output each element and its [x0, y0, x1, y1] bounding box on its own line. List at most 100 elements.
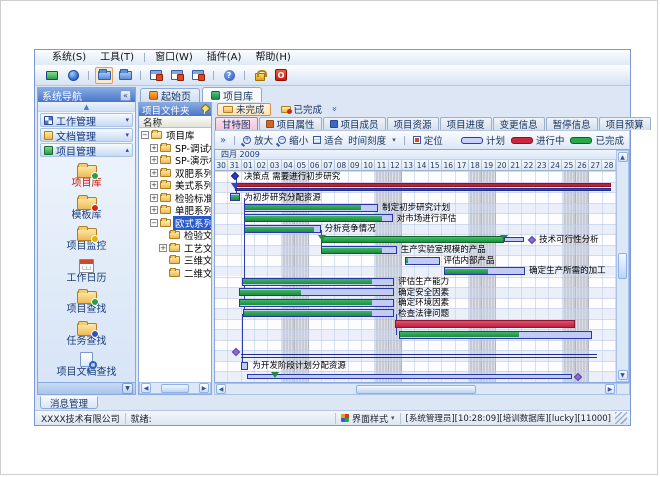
- menu-item[interactable]: 窗口(W): [148, 51, 200, 65]
- tree-node[interactable]: +SP-演示机系: [139, 154, 211, 167]
- ui-style-dropdown[interactable]: 界面样式 ▾: [341, 412, 395, 425]
- gantt-task-bar[interactable]: [239, 299, 394, 307]
- gantt-active-bar[interactable]: [395, 320, 574, 328]
- fit-button[interactable]: 适合: [313, 133, 343, 147]
- scrollbar-thumb[interactable]: [356, 385, 476, 394]
- gantt-summary-bar[interactable]: [235, 183, 611, 191]
- gantt-completed-summary-bar[interactable]: [321, 236, 504, 243]
- gantt-tab[interactable]: 项目进度: [440, 117, 492, 130]
- gantt-tab[interactable]: 项目属性: [259, 117, 322, 130]
- tree-node[interactable]: 三维文件: [139, 254, 211, 267]
- window3-tool-button[interactable]: [189, 67, 207, 84]
- gantt-tab[interactable]: 项目成员: [323, 117, 386, 130]
- menu-item[interactable]: 插件(A): [200, 51, 249, 65]
- tree-expand-icon[interactable]: +: [150, 194, 158, 202]
- menu-item[interactable]: 系统(S): [45, 51, 93, 65]
- folder2-tool-button[interactable]: [116, 67, 134, 84]
- tree-node[interactable]: +SP-调试机系: [139, 142, 211, 155]
- tree-node[interactable]: 二维文件: [139, 267, 211, 280]
- overflow-chevron[interactable]: «: [330, 106, 340, 112]
- gantt-task-bar[interactable]: [405, 257, 440, 265]
- nav-section[interactable]: 工作管理▾: [40, 113, 133, 127]
- gantt-tab[interactable]: 项目预算: [599, 117, 651, 130]
- scroll-right-icon[interactable]: ▶: [605, 384, 615, 394]
- gantt-task-bar[interactable]: [239, 288, 394, 296]
- nav-scroll-up[interactable]: ▲: [38, 102, 135, 112]
- gantt-task-bar[interactable]: [243, 309, 394, 317]
- folder-tool-button[interactable]: [95, 67, 113, 84]
- tab-message-management[interactable]: 消息管理: [40, 396, 98, 409]
- document-tab[interactable]: 项目库: [202, 87, 262, 102]
- nav-collapse-button[interactable]: «: [120, 90, 131, 101]
- tree-expand-icon[interactable]: +: [150, 144, 158, 152]
- locate-button[interactable]: 定位: [413, 133, 443, 147]
- nav-item[interactable]: 工作日历: [40, 257, 134, 287]
- gantt-tab[interactable]: 变更信息: [493, 117, 545, 130]
- lock-tool-button[interactable]: [251, 67, 269, 84]
- nav-section[interactable]: 文档管理▾: [40, 128, 133, 142]
- gantt-task-bar[interactable]: [242, 278, 394, 286]
- resize-grip[interactable]: [615, 412, 627, 424]
- nav-item[interactable]: 项目库: [40, 162, 134, 192]
- gantt-vertical-scrollbar[interactable]: ▲ ▼: [616, 150, 629, 382]
- menu-item[interactable]: 工具(T): [93, 51, 141, 65]
- chevron-down-icon[interactable]: ▼: [122, 383, 133, 394]
- gantt-task-bar[interactable]: [244, 204, 378, 212]
- nav-item[interactable]: 项目文档查找: [40, 351, 134, 381]
- document-tab[interactable]: 起始页: [140, 88, 200, 102]
- help-tool-button[interactable]: ?: [220, 67, 238, 84]
- tree-node[interactable]: +工艺文件: [139, 242, 211, 255]
- zoom-out-button[interactable]: −缩小: [278, 133, 308, 147]
- nav-collapsed-section[interactable]: ▼: [38, 382, 135, 394]
- tree-expand-icon[interactable]: −: [150, 219, 158, 227]
- tree-node[interactable]: 检验文件: [139, 229, 211, 242]
- nav-item[interactable]: 项目监控: [40, 225, 134, 255]
- gantt-task-bar[interactable]: [230, 193, 240, 201]
- window2-tool-button[interactable]: [168, 67, 186, 84]
- tree-expand-icon[interactable]: +: [150, 169, 158, 177]
- tree-expand-icon[interactable]: +: [150, 156, 158, 164]
- screen-tool-button[interactable]: [43, 67, 61, 84]
- tree-node[interactable]: +双肥系列: [139, 167, 211, 180]
- scroll-right-icon[interactable]: ▶: [199, 383, 209, 393]
- gantt-task-bar[interactable]: [444, 267, 526, 275]
- nav-item[interactable]: 任务查找: [40, 320, 134, 350]
- tree-expand-icon[interactable]: +: [150, 181, 158, 189]
- gantt-tab[interactable]: 项目资源: [387, 117, 439, 130]
- timescale-dropdown[interactable]: 时间刻度▾: [348, 133, 396, 147]
- exit-tool-button[interactable]: O: [272, 67, 290, 84]
- nav-section[interactable]: 项目管理▴: [40, 143, 133, 157]
- tree-expand-icon[interactable]: −: [141, 131, 149, 139]
- tree-horizontal-scrollbar[interactable]: ◀ ▶: [139, 382, 211, 394]
- filter-button[interactable]: 已完成: [275, 103, 329, 116]
- scrollbar-thumb[interactable]: [161, 384, 189, 393]
- globe-tool-button[interactable]: [64, 67, 82, 84]
- tree-node[interactable]: +美式系列: [139, 179, 211, 192]
- filter-button[interactable]: 未完成: [217, 103, 271, 116]
- gantt-task-bar[interactable]: [244, 225, 320, 233]
- tree-expand-icon[interactable]: +: [150, 206, 158, 214]
- nav-item[interactable]: 项目查找: [40, 288, 134, 318]
- scroll-left-icon[interactable]: ◀: [141, 383, 151, 393]
- gantt-tab[interactable]: 甘特图: [215, 117, 258, 130]
- gantt-task-bar[interactable]: [399, 331, 591, 339]
- gantt-plan-bar[interactable]: [247, 374, 572, 379]
- scroll-up-icon[interactable]: ▲: [618, 152, 628, 162]
- gantt-tab[interactable]: 暂停信息: [546, 117, 598, 130]
- scrollbar-thumb[interactable]: [618, 253, 627, 279]
- gantt-summary-line[interactable]: [241, 354, 597, 358]
- gantt-plan-bar[interactable]: [504, 237, 524, 242]
- window1-tool-button[interactable]: [147, 67, 165, 84]
- gantt-task-bar[interactable]: [241, 362, 248, 370]
- zoom-in-button[interactable]: +放大: [243, 133, 273, 147]
- pin-icon[interactable]: [201, 105, 208, 114]
- nav-item[interactable]: 模板库: [40, 194, 134, 224]
- tree-node[interactable]: −欧式系列: [139, 217, 211, 230]
- tree-node[interactable]: −项目库: [139, 129, 211, 142]
- gantt-horizontal-scrollbar[interactable]: ◀ ▶: [214, 383, 617, 395]
- scroll-left-icon[interactable]: ◀: [216, 384, 226, 394]
- gantt-task-bar[interactable]: [321, 246, 397, 254]
- tree-node[interactable]: +单肥系列: [139, 204, 211, 217]
- menu-item[interactable]: 帮助(H): [248, 51, 297, 65]
- scroll-down-icon[interactable]: ▼: [618, 370, 628, 380]
